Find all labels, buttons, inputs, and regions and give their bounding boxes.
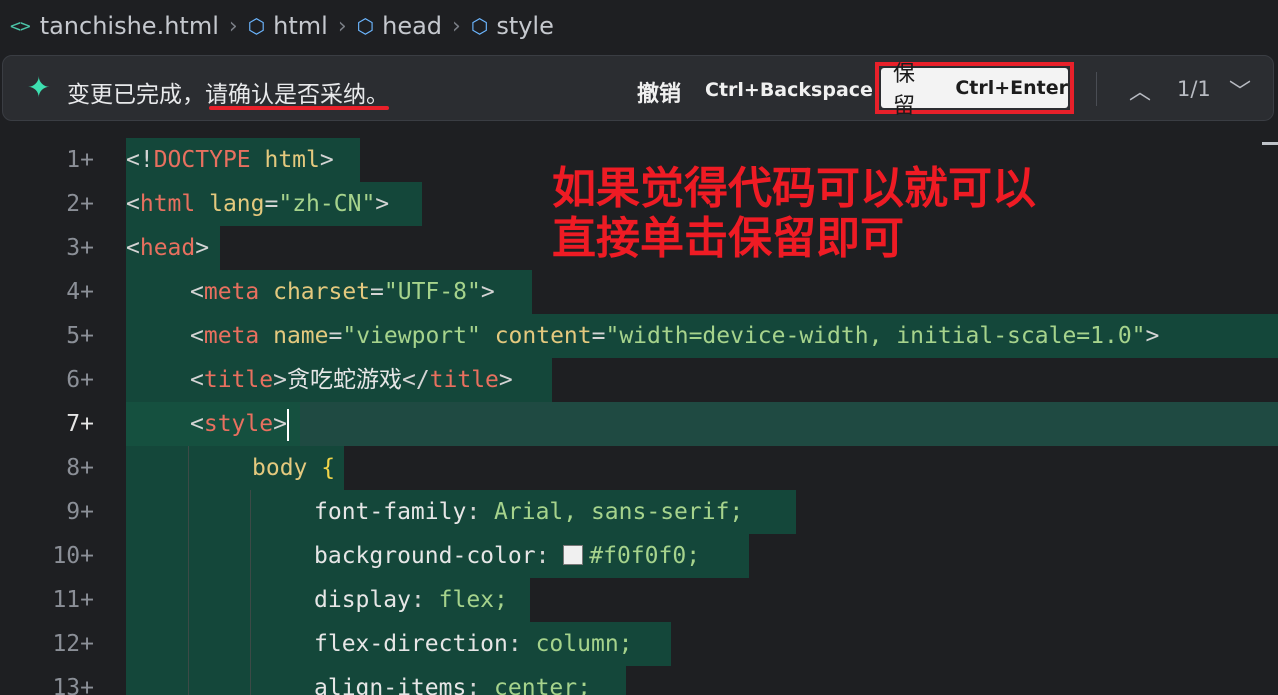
indent-guide <box>250 490 251 695</box>
chevron-right-icon: › <box>228 13 238 39</box>
annotation-line-1: 如果觉得代码可以就可以 <box>552 163 1036 214</box>
divider <box>1096 72 1097 106</box>
line-number: 5+ <box>66 323 94 349</box>
code-line-4: <meta charset="UTF-8"> <box>190 279 495 305</box>
line-number: 11+ <box>52 587 94 613</box>
red-annotation-text: 如果觉得代码可以就可以 直接单击保留即可 <box>552 164 1036 264</box>
status-prefix: 变更已完成， <box>67 82 205 108</box>
breadcrumb: <> tanchishe.html › ⬡ html › ⬡ head › ⬡ … <box>0 0 1278 52</box>
status-emphasis: 请确认是否采纳。 <box>205 82 389 108</box>
code-line-7: <style> <box>190 402 289 446</box>
undo-shortcut: Ctrl+Backspace <box>705 79 873 101</box>
code-line-9: font-family: Arial, sans-serif; <box>314 499 744 525</box>
code-line-5: <meta name="viewport" content="width=dev… <box>190 323 1160 349</box>
status-text: 变更已完成，请确认是否采纳。 <box>67 75 389 109</box>
breadcrumb-head[interactable]: ⬡ head <box>357 12 442 40</box>
cube-icon: ⬡ <box>470 14 489 38</box>
change-counter: 1/1 <box>1177 77 1211 101</box>
code-line-1: <!DOCTYPE html> <box>126 147 334 173</box>
line-number: 4+ <box>66 279 94 305</box>
code-line-8: body { <box>252 455 336 481</box>
undo-button[interactable]: 撤销 <box>637 76 681 108</box>
chevron-down-icon[interactable]: ﹀ <box>1229 74 1251 106</box>
breadcrumb-label: style <box>496 12 554 40</box>
line-number: 12+ <box>52 631 94 657</box>
breadcrumb-file[interactable]: tanchishe.html <box>40 12 219 40</box>
breadcrumb-label: html <box>273 12 328 40</box>
annotation-line-2: 直接单击保留即可 <box>552 213 904 264</box>
cube-icon: ⬡ <box>356 14 375 38</box>
code-icon: <> <box>10 15 31 37</box>
code-line-2: <html lang="zh-CN"> <box>126 191 390 217</box>
line-number: 10+ <box>52 543 94 569</box>
keep-button[interactable]: 保留 Ctrl+Enter <box>881 62 1068 119</box>
line-number-active: 7+ <box>66 411 94 437</box>
sparkle-icon: ✦ <box>27 71 51 104</box>
chevron-right-icon: › <box>337 13 347 39</box>
color-swatch[interactable] <box>563 545 584 565</box>
breadcrumb-label: head <box>382 12 443 40</box>
line-number: 2+ <box>66 191 94 217</box>
indent-guide <box>188 446 189 695</box>
line-number: 3+ <box>66 235 94 261</box>
cube-icon: ⬡ <box>247 14 266 38</box>
review-action-bar: ✦ 变更已完成，请确认是否采纳。 撤销 Ctrl+Backspace 保留 Ct… <box>2 55 1274 121</box>
code-line-6: <title>贪吃蛇游戏</title> <box>190 367 513 393</box>
breadcrumb-style[interactable]: ⬡ style <box>471 12 554 40</box>
code-line-11: display: flex; <box>314 587 508 613</box>
code-line-12: flex-direction: column; <box>314 631 633 657</box>
code-line-13: align-items: center; <box>314 675 591 695</box>
line-number: 13+ <box>52 675 94 695</box>
line-number: 1+ <box>66 147 94 173</box>
breadcrumb-html[interactable]: ⬡ html <box>248 12 328 40</box>
line-number: 8+ <box>66 455 94 481</box>
keep-label: 保留 <box>893 62 916 119</box>
scrollbar-marker[interactable] <box>1262 142 1278 145</box>
chevron-right-icon: › <box>452 13 461 39</box>
keep-shortcut: Ctrl+Enter <box>955 77 1068 99</box>
code-line-10: background-color: #f0f0f0; <box>314 543 701 569</box>
text-cursor <box>286 408 289 441</box>
line-number: 9+ <box>66 499 94 525</box>
chevron-up-icon[interactable]: ︿ <box>1129 74 1151 106</box>
red-underline-annotation <box>209 106 389 110</box>
code-line-3: <head> <box>126 235 210 261</box>
line-number: 6+ <box>66 367 94 393</box>
